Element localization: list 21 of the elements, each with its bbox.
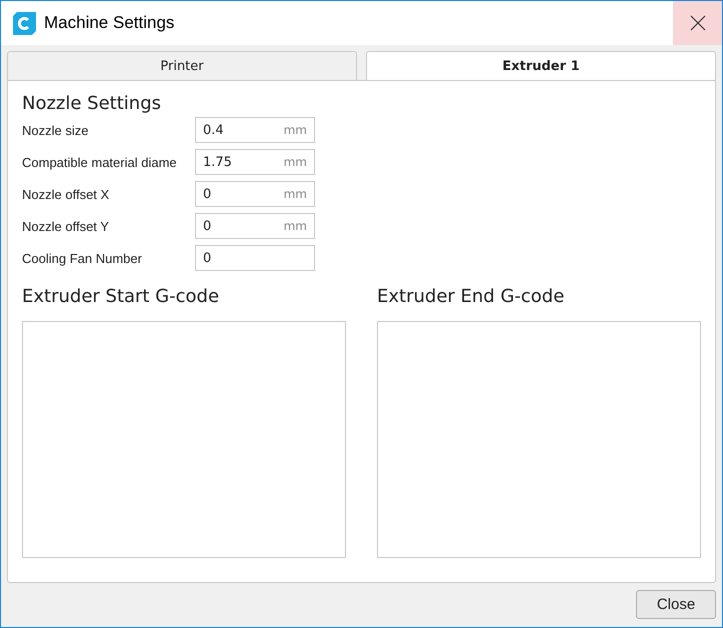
section-heading: Extruder End G-code — [377, 286, 566, 307]
input-field[interactable]: 0 mm — [195, 181, 315, 207]
input-field[interactable]: 0 mm — [195, 213, 315, 239]
tab[interactable]: Printer — [7, 51, 357, 80]
code-editor[interactable] — [22, 321, 346, 558]
close-icon[interactable] — [673, 1, 722, 45]
code-editor[interactable] — [377, 321, 701, 558]
tab[interactable]: Extruder 1 — [366, 51, 716, 80]
app-logo-icon — [13, 12, 36, 34]
input-field[interactable]: 0 — [195, 245, 315, 271]
field-label: Nozzle size — [22, 122, 90, 138]
window-title: Machine Settings — [44, 13, 174, 33]
input-field[interactable]: 0.4 mm — [195, 117, 315, 143]
section-heading: Nozzle Settings — [22, 93, 162, 114]
field-label: Nozzle offset X — [22, 186, 110, 202]
input-field[interactable]: 1.75 mm — [195, 149, 315, 175]
field-label: Compatible material diame — [22, 154, 178, 170]
section-heading: Extruder Start G-code — [22, 286, 220, 307]
field-label: Cooling Fan Number — [22, 250, 143, 266]
field-label: Nozzle offset Y — [22, 218, 110, 234]
close-button[interactable]: Close — [636, 590, 716, 619]
